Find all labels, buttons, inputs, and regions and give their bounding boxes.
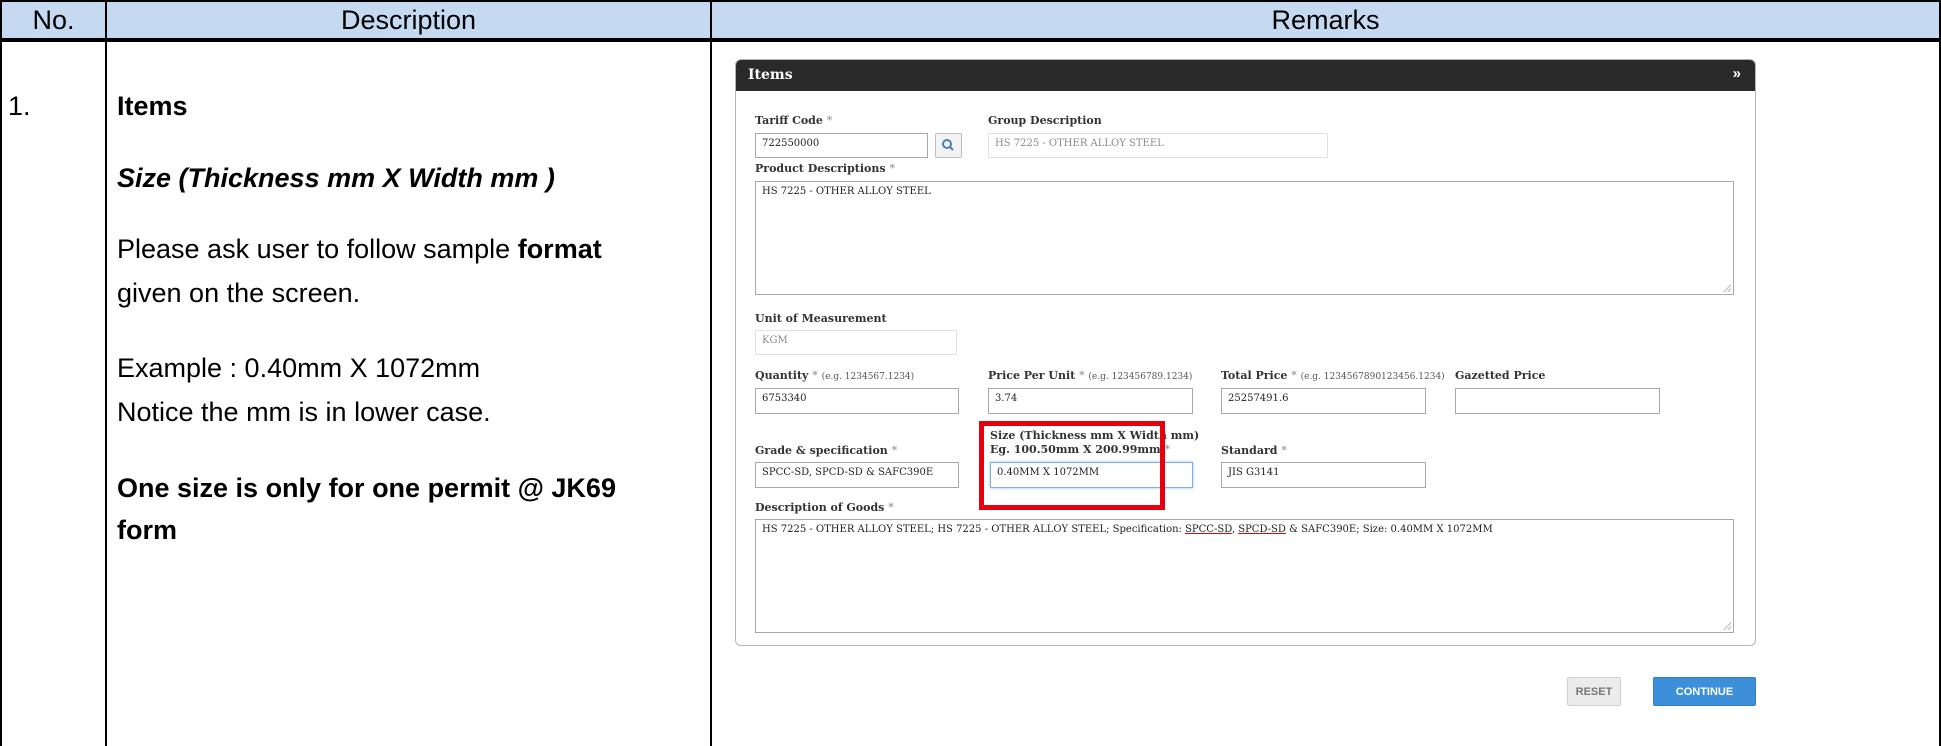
product-descriptions-textarea[interactable]: HS 7225 - OTHER ALLOY STEEL (755, 181, 1734, 295)
panel-title: Items (748, 67, 793, 83)
header-no: No. (0, 0, 105, 40)
description-of-goods-label-text: Description of Goods (755, 501, 885, 514)
price-per-unit-label-text: Price Per Unit (988, 369, 1076, 382)
price-per-unit-input[interactable]: 3.74 (988, 388, 1193, 414)
gazetted-price-label: Gazetted Price (1455, 369, 1546, 382)
gazetted-price-input[interactable] (1455, 388, 1660, 414)
quantity-label-text: Quantity (755, 369, 809, 382)
size-highlight-box (979, 421, 1165, 510)
dog-text-1: HS 7225 - OTHER ALLOY STEEL; HS 7225 - O… (762, 524, 1186, 535)
notice-line: Notice the mm is in lower case. (117, 397, 491, 427)
tariff-code-label: Tariff Code * (755, 114, 832, 127)
total-price-input[interactable]: 25257491.6 (1221, 388, 1426, 414)
double-chevron-down-icon[interactable]: » (1733, 65, 1741, 82)
required-mark: * (889, 162, 895, 175)
header-remarks: Remarks (710, 0, 1941, 40)
quantity-hint: (e.g. 1234567.1234) (821, 372, 915, 382)
row-subtitle: Size (Thickness mm X Width mm ) (117, 163, 555, 193)
instruction-bold-word: format (517, 234, 602, 264)
required-mark: * (826, 114, 833, 127)
grade-label-text: Grade & specification (755, 444, 888, 457)
required-mark: * (1291, 369, 1297, 382)
tariff-search-button[interactable] (935, 133, 962, 158)
row-title: Items (117, 91, 188, 121)
grade-input[interactable]: SPCC-SD, SPCD-SD & SAFC390E (755, 462, 959, 488)
grade-label: Grade & specification * (755, 444, 897, 457)
row-number-cell (0, 40, 105, 746)
panel-header: Items » (736, 60, 1755, 91)
magnifier-icon (942, 139, 954, 151)
header-description-label: Description (340, 4, 477, 35)
resize-handle-icon[interactable] (1723, 284, 1731, 292)
dog-spellcheck-2: SPCD-SD (1238, 524, 1286, 535)
required-mark: * (1164, 443, 1171, 456)
description-of-goods-label: Description of Goods * (755, 501, 894, 514)
required-mark: * (812, 369, 818, 382)
description-of-goods-textarea[interactable]: HS 7225 - OTHER ALLOY STEEL; HS 7225 - O… (755, 519, 1734, 633)
instruction-text: Please ask user to follow sample (117, 234, 518, 264)
tariff-code-label-text: Tariff Code (755, 114, 823, 127)
price-per-unit-hint: (e.g. 123456789.1234) (1088, 372, 1193, 382)
required-mark: * (891, 444, 898, 457)
quantity-label: Quantity * (e.g. 1234567.1234) (755, 369, 914, 382)
header-remarks-label: Remarks (1271, 4, 1380, 35)
product-descriptions-label: Product Descriptions * (755, 162, 895, 175)
product-descriptions-value: HS 7225 - OTHER ALLOY STEEL (762, 186, 931, 197)
continue-button[interactable]: CONTINUE (1653, 677, 1756, 706)
required-mark: * (888, 501, 894, 514)
group-description-label: Group Description (988, 114, 1102, 127)
group-description-field: HS 7225 - OTHER ALLOY STEEL (988, 133, 1328, 158)
price-per-unit-label: Price Per Unit * (e.g. 123456789.1234) (988, 369, 1192, 382)
dog-spellcheck-1: SPCC-SD (1185, 524, 1232, 535)
instruction-line-1: Please ask user to follow sample format (117, 234, 602, 265)
quantity-input[interactable]: 6753340 (755, 388, 959, 414)
instruction-line-2: given on the screen. (117, 278, 361, 308)
header-no-label: No. (32, 4, 75, 35)
tariff-code-input[interactable]: 722550000 (755, 133, 928, 158)
row-description-cell (105, 40, 710, 746)
row-number: 1. (8, 91, 31, 121)
example-line: Example : 0.40mm X 1072mm (117, 353, 481, 383)
standard-label: Standard * (1221, 444, 1287, 457)
reset-button[interactable]: RESET (1567, 677, 1621, 706)
required-mark: * (1079, 369, 1085, 382)
note-line-2: form (117, 515, 177, 545)
note-line-1: One size is only for one permit @ JK69 (117, 473, 616, 503)
total-price-label-text: Total Price (1221, 369, 1288, 382)
resize-handle-icon[interactable] (1723, 622, 1731, 630)
dog-text-2: & SAFC390E; Size: 0.40MM X 1072MM (1285, 524, 1493, 535)
standard-label-text: Standard (1221, 444, 1278, 457)
required-mark: * (1281, 444, 1287, 457)
total-price-hint: (e.g. 1234567890123456.1234) (1300, 372, 1445, 382)
header-description: Description (105, 0, 710, 40)
total-price-label: Total Price * (e.g. 1234567890123456.123… (1221, 369, 1445, 382)
product-descriptions-label-text: Product Descriptions (755, 162, 886, 175)
uom-label: Unit of Measurement (755, 312, 887, 325)
uom-field: KGM (755, 330, 957, 355)
standard-input[interactable]: JIS G3141 (1221, 462, 1426, 488)
